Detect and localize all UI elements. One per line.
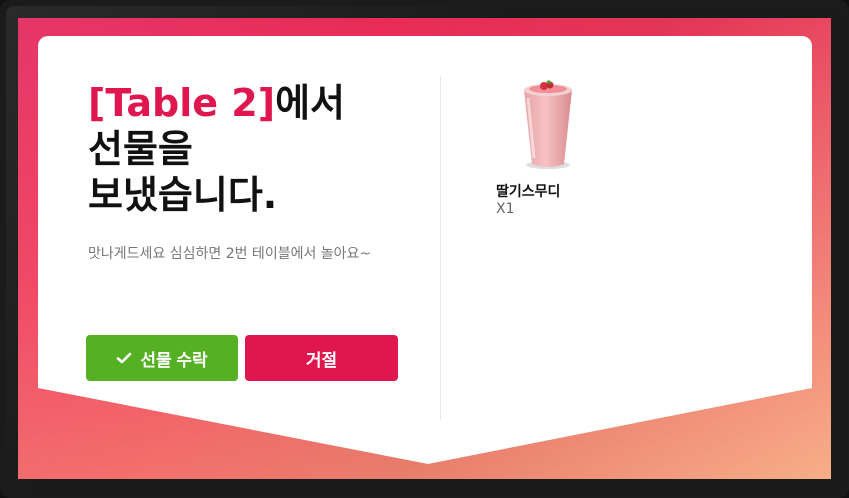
gift-message: 맛나게드세요 심심하면 2번 테이블에서 놀아요~ (88, 246, 372, 262)
gift-info: [Table 2]에서 선물을 보냈습니다. 맛나게드세요 심심하면 2번 테이… (88, 80, 418, 266)
check-icon (117, 352, 132, 364)
sender-table: [Table 2] (88, 81, 276, 125)
strawberry-smoothie-image (524, 80, 572, 169)
device-frame: [Table 2]에서 선물을 보냈습니다. 맛나게드세요 심심하면 2번 테이… (0, 0, 849, 498)
dialog-title: [Table 2]에서 선물을 보냈습니다. (88, 81, 345, 217)
reject-gift-button[interactable]: 거절 (245, 335, 398, 381)
gift-quantity: X1 (496, 201, 515, 217)
gift-dialog: [Table 2]에서 선물을 보냈습니다. 맛나게드세요 심심하면 2번 테이… (38, 36, 812, 464)
accept-gift-button[interactable]: 선물 수락 (86, 335, 238, 381)
divider (440, 76, 441, 420)
screen: [Table 2]에서 선물을 보냈습니다. 맛나게드세요 심심하면 2번 테이… (18, 18, 831, 479)
gift-name: 딸기스무디 (496, 184, 561, 200)
